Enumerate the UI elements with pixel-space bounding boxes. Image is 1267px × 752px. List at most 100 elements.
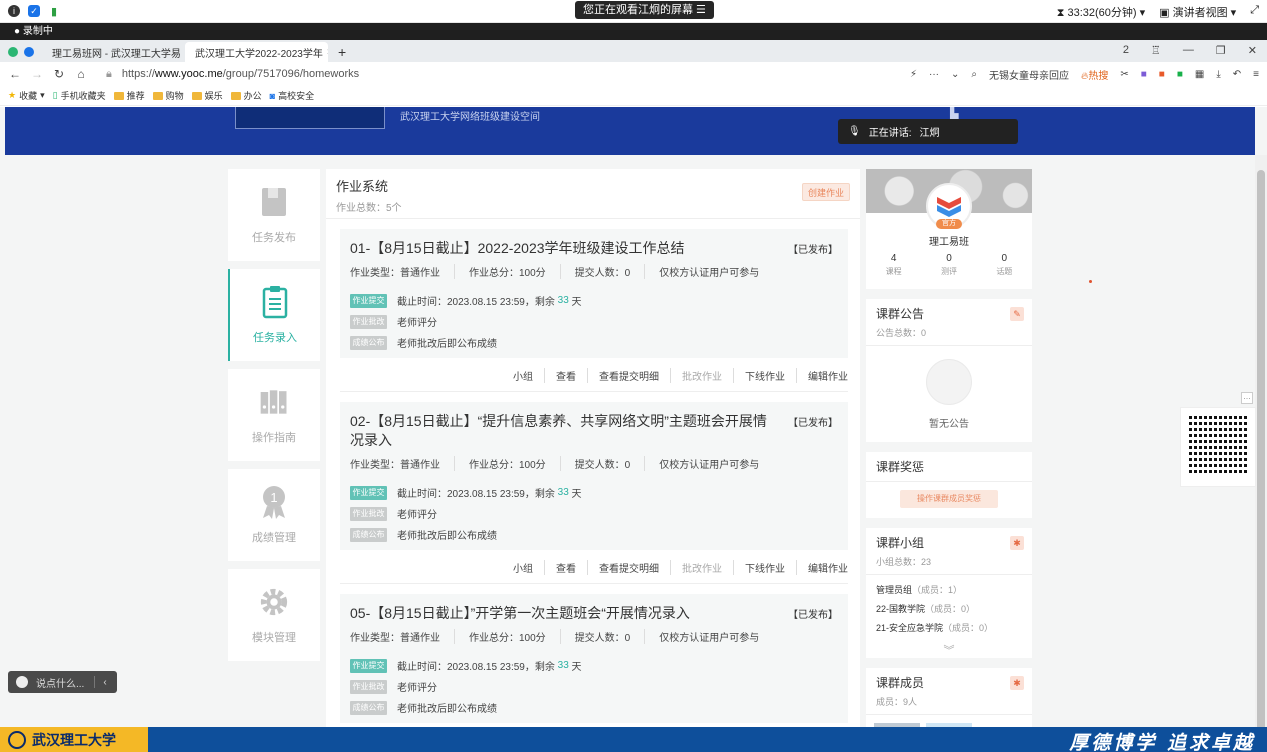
edit-homework-link[interactable]: 编辑作业 xyxy=(796,560,848,575)
menu-item-task-entry[interactable]: 任务录入 xyxy=(228,269,320,361)
reload-button[interactable]: ↻ xyxy=(48,67,70,81)
stat-label: 测评 xyxy=(940,267,957,276)
group-link[interactable]: 小组 xyxy=(502,368,544,383)
search-icon[interactable]: ⌕ xyxy=(971,69,977,80)
submission-detail-link[interactable]: 查看提交明细 xyxy=(587,368,670,383)
lightning-icon[interactable]: ⚡ xyxy=(910,69,917,80)
offline-homework-link[interactable]: 下线作业 xyxy=(733,560,796,575)
scrollbar-thumb[interactable] xyxy=(1257,170,1265,727)
undo-icon[interactable]: ↶ xyxy=(1233,69,1241,80)
menu-item-task-publish[interactable]: 任务发布 xyxy=(228,169,320,261)
expand-chevron-icon[interactable]: ︾ xyxy=(866,644,1032,658)
menu-icon[interactable]: ≡ xyxy=(1253,69,1259,80)
view-mode-button[interactable]: ▣ 演讲者视图 ▾ xyxy=(1159,4,1236,20)
create-homework-button[interactable]: 创建作业 xyxy=(802,183,850,201)
signal-icon[interactable]: ▮ xyxy=(48,5,60,18)
apps-icon[interactable]: ▦ xyxy=(1195,69,1204,80)
submission-detail-link[interactable]: 查看提交明细 xyxy=(587,560,670,575)
folder-icon xyxy=(230,91,241,100)
list-item[interactable]: 21-安全应急学院（成员：0） xyxy=(876,619,1022,638)
more-icon[interactable]: ··· xyxy=(929,69,939,80)
gear-icon[interactable]: ✱ xyxy=(1010,536,1024,550)
stat-label: 话题 xyxy=(996,267,1013,276)
chevron-down-icon[interactable]: ⌄ xyxy=(951,69,959,80)
restore-button[interactable]: ❐ xyxy=(1216,44,1226,57)
meeting-timer[interactable]: ⧗ 33:32(60分钟) ▾ xyxy=(1057,4,1145,20)
homework-scope: 仅校方认证用户可参与 xyxy=(659,633,760,644)
watching-text: 您正在观看江炯的屏幕 xyxy=(583,4,693,16)
offline-homework-link[interactable]: 下线作业 xyxy=(733,368,796,383)
shield-icon[interactable]: ✓ xyxy=(28,5,40,17)
deadline: 截止时间：2023.08.15 23:59，剩余 xyxy=(397,662,555,673)
bookmark-office[interactable]: 办公 xyxy=(230,89,262,102)
chat-placeholder: 说点什么... xyxy=(36,678,85,690)
url-input[interactable]: https://www.yooc.me/group/7517096/homewo… xyxy=(122,68,359,80)
more-icon[interactable]: … xyxy=(1241,392,1253,404)
download-icon[interactable]: ⤓ xyxy=(1216,69,1220,80)
bookmark-favorites[interactable]: ★ 收藏 ▾ xyxy=(8,89,45,102)
back-button[interactable]: ← xyxy=(4,67,26,81)
page-title: 作业系统 xyxy=(336,179,389,194)
gear-icon[interactable]: ✱ xyxy=(1010,676,1024,690)
homework-title[interactable]: 01-【8月15日截止】2022-2023学年班级建设工作总结 xyxy=(350,239,838,258)
step-review: 作业批改 老师评分 xyxy=(350,506,838,521)
tab-homeworks[interactable]: 武汉理工大学2022-2023学年 × xyxy=(185,42,328,62)
stat-tests[interactable]: 0 测评 xyxy=(941,253,957,277)
tab-count-badge[interactable]: 2 xyxy=(1123,44,1129,57)
university-seal-icon xyxy=(8,730,26,749)
new-tab-button[interactable]: + xyxy=(328,42,356,62)
homework-title[interactable]: 02-【8月15日截止】“提升信息素养、共享网络文明”主题班会开展情况录入 xyxy=(350,412,838,450)
shirt-icon[interactable]: ♖ xyxy=(1151,44,1161,57)
class-profile-card: 官方 理工易班 4 课程 0 测评 0 话题 xyxy=(866,169,1032,289)
lock-icon[interactable]: 🔒︎ xyxy=(106,68,112,81)
wechat-icon[interactable]: ■ xyxy=(1177,69,1183,80)
list-item[interactable]: 管理员组（成员：1） xyxy=(876,581,1022,600)
homework-scope: 仅校方认证用户可参与 xyxy=(659,268,760,279)
game-icon[interactable]: ■ xyxy=(1159,69,1165,80)
homework-title[interactable]: 05-【8月15日截止】”开学第一次主题班会“开展情况录入 xyxy=(350,604,838,623)
hot-search-link[interactable]: 🔥︎热搜 xyxy=(1081,67,1108,82)
menu-item-modules[interactable]: 模块管理 xyxy=(228,569,320,661)
menu-label: 任务录入 xyxy=(253,332,297,344)
view-link[interactable]: 查看 xyxy=(544,560,587,575)
watching-banner[interactable]: 您正在观看江炯的屏幕 ☰ xyxy=(575,1,714,19)
extension-icon[interactable]: ■ xyxy=(1141,69,1147,80)
collapse-icon[interactable]: ‹ xyxy=(103,677,106,688)
stat-topics[interactable]: 0 话题 xyxy=(996,253,1012,277)
scrollbar[interactable] xyxy=(1255,155,1267,727)
stat-courses[interactable]: 4 课程 xyxy=(886,253,902,277)
bookmark-campus-safety[interactable]: ◙ 高校安全 xyxy=(270,89,314,102)
edit-homework-link[interactable]: 编辑作业 xyxy=(796,368,848,383)
days-unit: 天 xyxy=(571,662,582,673)
home-button[interactable]: ⌂ xyxy=(70,67,92,81)
menu-item-guide[interactable]: 操作指南 xyxy=(228,369,320,461)
view-link[interactable]: 查看 xyxy=(544,368,587,383)
grade-homework-link[interactable]: 批改作业 xyxy=(670,368,733,383)
forward-button[interactable]: → xyxy=(26,67,48,81)
bookmark-recommend[interactable]: 推荐 xyxy=(113,89,145,102)
scissors-icon[interactable]: ✂ xyxy=(1120,69,1128,80)
grade-homework-link[interactable]: 批改作业 xyxy=(670,560,733,575)
phone-icon: ▯ xyxy=(52,90,58,100)
bookmark-shopping[interactable]: 购物 xyxy=(152,89,184,102)
chat-input[interactable]: 说点什么... ‹ xyxy=(8,671,117,693)
menu-item-grades[interactable]: 1 成绩管理 xyxy=(228,469,320,561)
window-close-button[interactable]: ✕ xyxy=(1248,44,1257,57)
edit-icon[interactable]: ✎ xyxy=(1010,307,1024,321)
group-link[interactable]: 小组 xyxy=(502,560,544,575)
notice-count: 公告总数：0 xyxy=(876,328,927,338)
emoji-icon[interactable] xyxy=(16,676,28,688)
search-suggestion[interactable]: 无锡女童母亲回应 xyxy=(989,67,1069,82)
tab-yiban[interactable]: 理工易班网 - 武汉理工大学易 × xyxy=(42,42,185,62)
class-name[interactable]: 理工易班 xyxy=(866,233,1032,248)
browser-logo-icon[interactable] xyxy=(8,47,18,57)
manage-reward-button[interactable]: 操作课群成员奖惩 xyxy=(900,490,998,508)
info-icon[interactable]: i xyxy=(8,5,20,17)
bookmark-mobile[interactable]: ▯ 手机收藏夹 xyxy=(53,89,106,102)
list-item[interactable]: 22-国教学院（成员：0） xyxy=(876,600,1022,619)
notice-header: 课群公告 公告总数：0 ✎ xyxy=(866,299,1032,346)
minimize-button[interactable]: — xyxy=(1183,44,1194,57)
tab-group-icon[interactable] xyxy=(24,47,34,57)
fullscreen-icon[interactable]: ⤢ xyxy=(1250,4,1259,20)
bookmark-entertainment[interactable]: 娱乐 xyxy=(191,89,223,102)
